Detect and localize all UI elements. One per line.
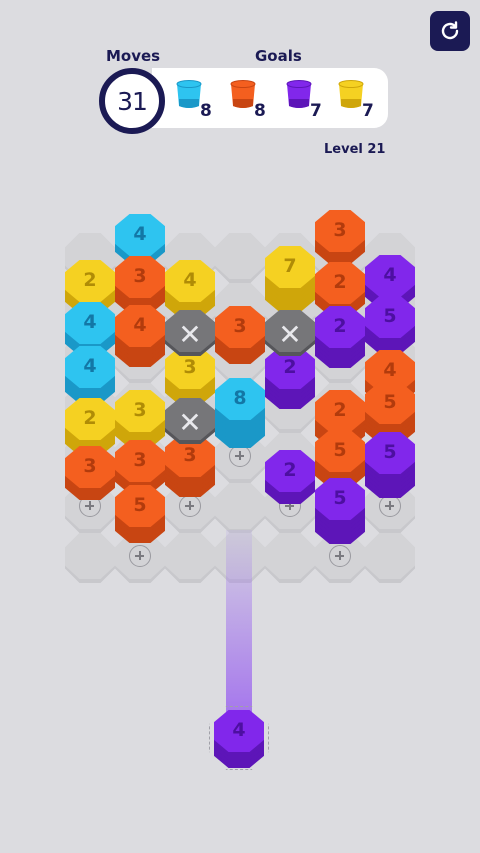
plus-icon: [179, 495, 201, 517]
stack-count: 5: [383, 305, 397, 327]
goal-yellow: 7: [334, 75, 384, 121]
stack-count: 3: [83, 455, 97, 477]
board-cell[interactable]: [265, 533, 315, 583]
stack-count: 4: [383, 359, 397, 381]
drop-beam: [226, 530, 252, 720]
plus-icon: [129, 545, 151, 567]
goal-count: 8: [200, 101, 212, 121]
hex-stack-orange[interactable]: 4: [115, 305, 165, 367]
stack-count: 2: [333, 315, 347, 337]
stack-count: 5: [383, 441, 397, 463]
hex-stack-purple[interactable]: 5: [365, 296, 415, 354]
stack-count: 7: [283, 255, 297, 277]
stack-count: 5: [383, 391, 397, 413]
hex-stack-cyan[interactable]: 8: [215, 378, 265, 448]
goal-purple: 7: [282, 75, 332, 121]
hex-stack-purple[interactable]: 5: [315, 478, 365, 544]
hex-stack-purple[interactable]: 2: [265, 347, 315, 409]
board-cell[interactable]: [215, 483, 265, 533]
stack-count: 8: [233, 387, 247, 409]
restart-icon: [441, 21, 459, 40]
hex-stack-orange[interactable]: 3: [215, 306, 265, 364]
goal-count: 8: [254, 101, 266, 121]
hand-stack-top[interactable]: 4: [214, 710, 264, 768]
stack-count: 2: [283, 459, 297, 481]
stack-count: 4: [133, 223, 147, 245]
board-cell[interactable]: [65, 533, 115, 583]
stack-count: 3: [233, 315, 247, 337]
goal-orange: 8: [226, 75, 276, 121]
goal-cyan: 8: [172, 75, 222, 121]
stack-count: 5: [333, 487, 347, 509]
stack-count: 3: [133, 449, 147, 471]
stack-count: 3: [133, 399, 147, 421]
stack-count: 3: [183, 444, 197, 466]
x-icon: ✕: [178, 406, 202, 439]
stack-count: 3: [133, 265, 147, 287]
stack-count: 5: [133, 494, 147, 516]
goal-count: 7: [310, 101, 322, 121]
moves-counter: 31: [99, 68, 165, 134]
hex-stack-orange[interactable]: 5: [115, 485, 165, 543]
board-cell[interactable]: [165, 533, 215, 583]
stack-count: 5: [333, 439, 347, 461]
level-label: Level 21: [324, 142, 386, 157]
stack-count: 2: [283, 356, 297, 378]
plus-icon: [329, 545, 351, 567]
stack-count: 2: [333, 399, 347, 421]
stack-count: 2: [83, 407, 97, 429]
stack-count: 2: [83, 269, 97, 291]
stack-count: 4: [83, 311, 97, 333]
board-cell[interactable]: [365, 533, 415, 583]
stack-count: 4: [133, 314, 147, 336]
stack-count: 4: [232, 719, 246, 741]
hex-stack-orange[interactable]: 3: [65, 446, 115, 500]
hex-stack-purple[interactable]: 2: [265, 450, 315, 504]
hex-stack-cyan[interactable]: 4: [65, 346, 115, 404]
goals-label: Goals: [255, 47, 302, 65]
stack-count: 3: [183, 356, 197, 378]
stack-count: 4: [383, 264, 397, 286]
plus-icon: [379, 495, 401, 517]
blocked-cell: ✕: [165, 310, 215, 356]
x-icon: ✕: [178, 318, 202, 351]
hex-stack-orange[interactable]: 3: [315, 210, 365, 264]
moves-label: Moves: [106, 47, 161, 65]
restart-button[interactable]: [430, 11, 470, 51]
stack-count: 2: [333, 271, 347, 293]
blocked-cell: ✕: [265, 310, 315, 356]
hex-stack-purple[interactable]: 2: [315, 306, 365, 368]
stack-count: 3: [333, 219, 347, 241]
x-icon: ✕: [278, 318, 302, 351]
hex-stack-purple[interactable]: 5: [365, 432, 415, 498]
goal-count: 7: [362, 101, 374, 121]
hex-stack-orange[interactable]: 3: [165, 435, 215, 497]
blocked-cell: ✕: [165, 398, 215, 444]
stack-count: 4: [183, 269, 197, 291]
plus-icon: [229, 445, 251, 467]
hex-stack-yellow[interactable]: 7: [265, 246, 315, 312]
board-cell[interactable]: [215, 233, 265, 283]
stack-count: 4: [83, 355, 97, 377]
